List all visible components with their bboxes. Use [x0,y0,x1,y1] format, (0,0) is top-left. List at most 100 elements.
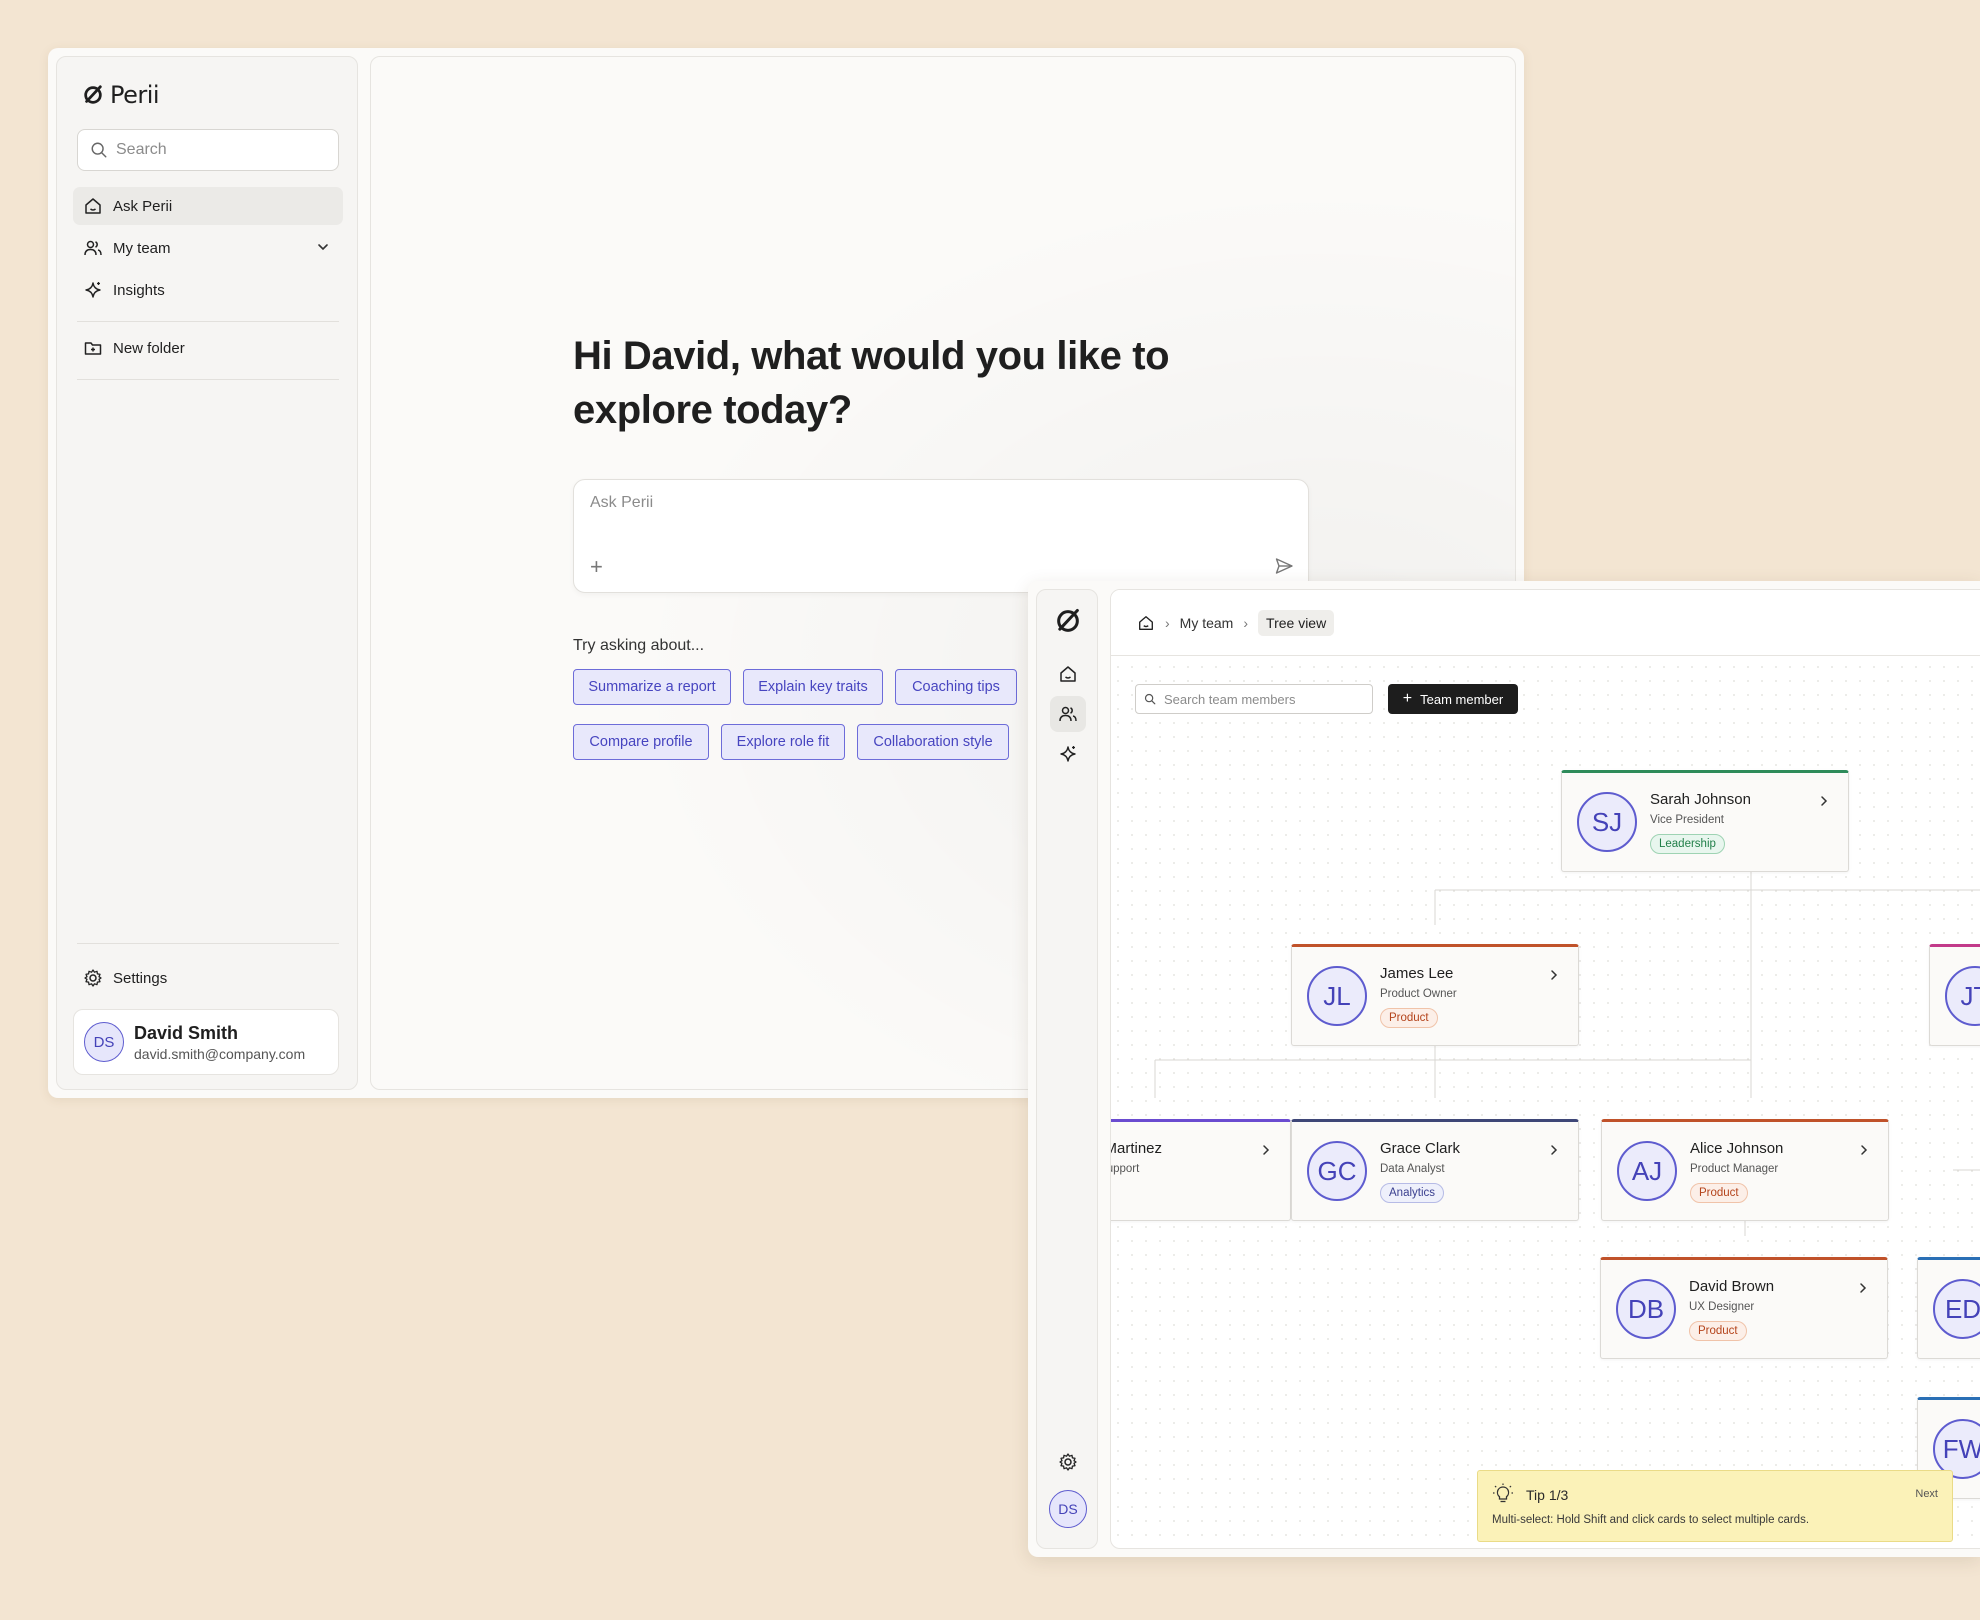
member-role: Data Analyst [1380,1163,1445,1175]
home-icon[interactable] [1137,614,1155,632]
member-role: Product Manager [1690,1163,1779,1175]
suggestion-chip[interactable]: Collaboration style [857,724,1009,760]
user-info: David Smith david.smith@company.com [134,1023,305,1062]
member-avatar: AJ [1617,1141,1677,1201]
sidebar-item-insights[interactable]: Insights [73,271,343,309]
sidebar-item-my-team[interactable]: My team [73,229,343,267]
member-tag: Analytics [1380,1183,1445,1203]
chevron-right-icon[interactable] [1857,1282,1869,1294]
plus-icon: + [1402,690,1413,707]
team-member-card[interactable]: ED [1917,1257,1980,1359]
member-tag: Product [1380,1008,1438,1028]
sidebar-search-input[interactable]: Search [77,129,339,171]
sidebar-divider [77,379,339,380]
rail-settings-button[interactable] [1056,1450,1080,1474]
users-icon [1059,706,1077,722]
sidebar-item-label: New folder [113,339,185,357]
member-name: Alice Johnson [1690,1140,1784,1157]
member-name: David Brown [1689,1278,1775,1295]
team-member-card[interactable]: JL James Lee Product Owner Product [1291,944,1579,1046]
breadcrumb-tree-view[interactable]: Tree view [1258,610,1335,636]
team-search-placeholder: Search team members [1164,691,1296,707]
chevron-right-icon: › [1165,615,1170,631]
team-member-card[interactable]: a Martinez r Support rt [1110,1119,1291,1221]
chevron-right-icon: › [1243,615,1249,631]
chevron-right-icon[interactable] [1548,1144,1560,1156]
gear-icon [84,969,102,987]
team-member-card[interactable]: GC Grace Clark Data Analyst Analytics [1291,1119,1579,1221]
users-icon [84,240,102,256]
chevron-down-icon[interactable] [315,239,331,255]
member-avatar: DB [1616,1279,1676,1339]
sidebar-item-settings[interactable]: Settings [73,959,343,997]
sparkle-icon [1060,746,1076,762]
search-placeholder: Search [116,141,167,158]
member-avatar: JT [1945,966,1980,1026]
team-tree-window: DS › My team › Tree view Search team mem… [1028,581,1980,1557]
member-role: Vice President [1650,814,1724,826]
team-member-card[interactable]: SJ Sarah Johnson Vice President Leadersh… [1561,770,1849,872]
suggestion-chip[interactable]: Compare profile [573,724,709,760]
perii-logo-icon [84,85,102,104]
add-attachment-button[interactable]: + [590,554,603,580]
chevron-right-icon[interactable] [1818,795,1830,807]
member-name: a Martinez [1110,1140,1163,1157]
rail-team-button[interactable] [1050,696,1086,732]
avatar[interactable]: DS [1049,1490,1087,1528]
member-avatar: SJ [1577,792,1637,852]
ask-input[interactable]: Ask Perii + [573,479,1309,593]
sidebar-item-label: Insights [113,281,165,299]
member-avatar: JL [1307,966,1367,1026]
chevron-right-icon[interactable] [1548,969,1560,981]
sidebar-item-label: Settings [113,969,168,987]
user-email: david.smith@company.com [134,1045,306,1062]
sidebar-divider [77,321,339,322]
member-tag: Product [1690,1183,1748,1203]
suggestion-chip[interactable]: Explore role fit [721,724,845,760]
search-icon [91,142,107,158]
ask-input-placeholder: Ask Perii [590,494,654,511]
send-icon[interactable] [1274,556,1294,576]
user-profile-card[interactable]: DS David Smith david.smith@company.com [73,1009,339,1075]
chevron-right-icon[interactable] [1858,1144,1870,1156]
tip-next-button[interactable]: Next [1915,1488,1938,1500]
member-role: r Support [1111,1163,1140,1175]
team-member-card[interactable]: JT [1929,944,1980,1046]
sidebar-item-new-folder[interactable]: New folder [73,329,343,367]
team-member-card[interactable]: AJ Alice Johnson Product Manager Product [1601,1119,1889,1221]
rail-home-button[interactable] [1056,662,1080,686]
try-asking-label: Try asking about... [573,637,705,654]
search-icon [1144,693,1156,705]
avatar: DS [84,1022,124,1062]
suggestion-chip[interactable]: Explain key traits [743,669,883,705]
member-role: Product Owner [1380,988,1457,1000]
tip-body: Multi-select: Hold Shift and click cards… [1492,1514,1810,1526]
greeting-heading: Hi David, what would you like to explore… [573,334,1170,432]
member-role: UX Designer [1689,1301,1755,1313]
suggestion-chip[interactable]: Coaching tips [895,669,1017,705]
team-member-card[interactable]: DB David Brown UX Designer Product [1600,1257,1888,1359]
home-icon [1060,666,1076,682]
tip-banner: Tip 1/3 Multi-select: Hold Shift and cli… [1477,1470,1953,1542]
folder-plus-icon [84,342,102,355]
sidebar-item-ask-perii[interactable]: Ask Perii [73,187,343,225]
app-logo[interactable]: Perii [82,81,160,109]
sidebar-item-label: Ask Perii [113,197,173,215]
chevron-right-icon[interactable] [1260,1144,1272,1156]
lightbulb-icon [1493,1483,1513,1503]
suggestion-chip[interactable]: Summarize a report [573,669,731,705]
sparkle-icon [85,282,101,298]
rail-insights-button[interactable] [1056,742,1080,766]
member-avatar: ED [1933,1279,1980,1339]
member-name: Sarah Johnson [1650,791,1751,808]
member-name: Grace Clark [1380,1140,1461,1157]
home-icon [85,198,101,214]
breadcrumb-my-team[interactable]: My team [1180,615,1234,631]
gear-icon [1059,1453,1077,1471]
user-name: David Smith [134,1022,239,1043]
team-search-input[interactable]: Search team members [1135,684,1373,714]
sidebar-divider [77,943,339,944]
add-team-member-button[interactable]: + Team member [1388,684,1518,714]
app-logo[interactable] [1053,606,1083,636]
tree-canvas[interactable]: › My team › Tree view Search team member… [1110,589,1980,1549]
